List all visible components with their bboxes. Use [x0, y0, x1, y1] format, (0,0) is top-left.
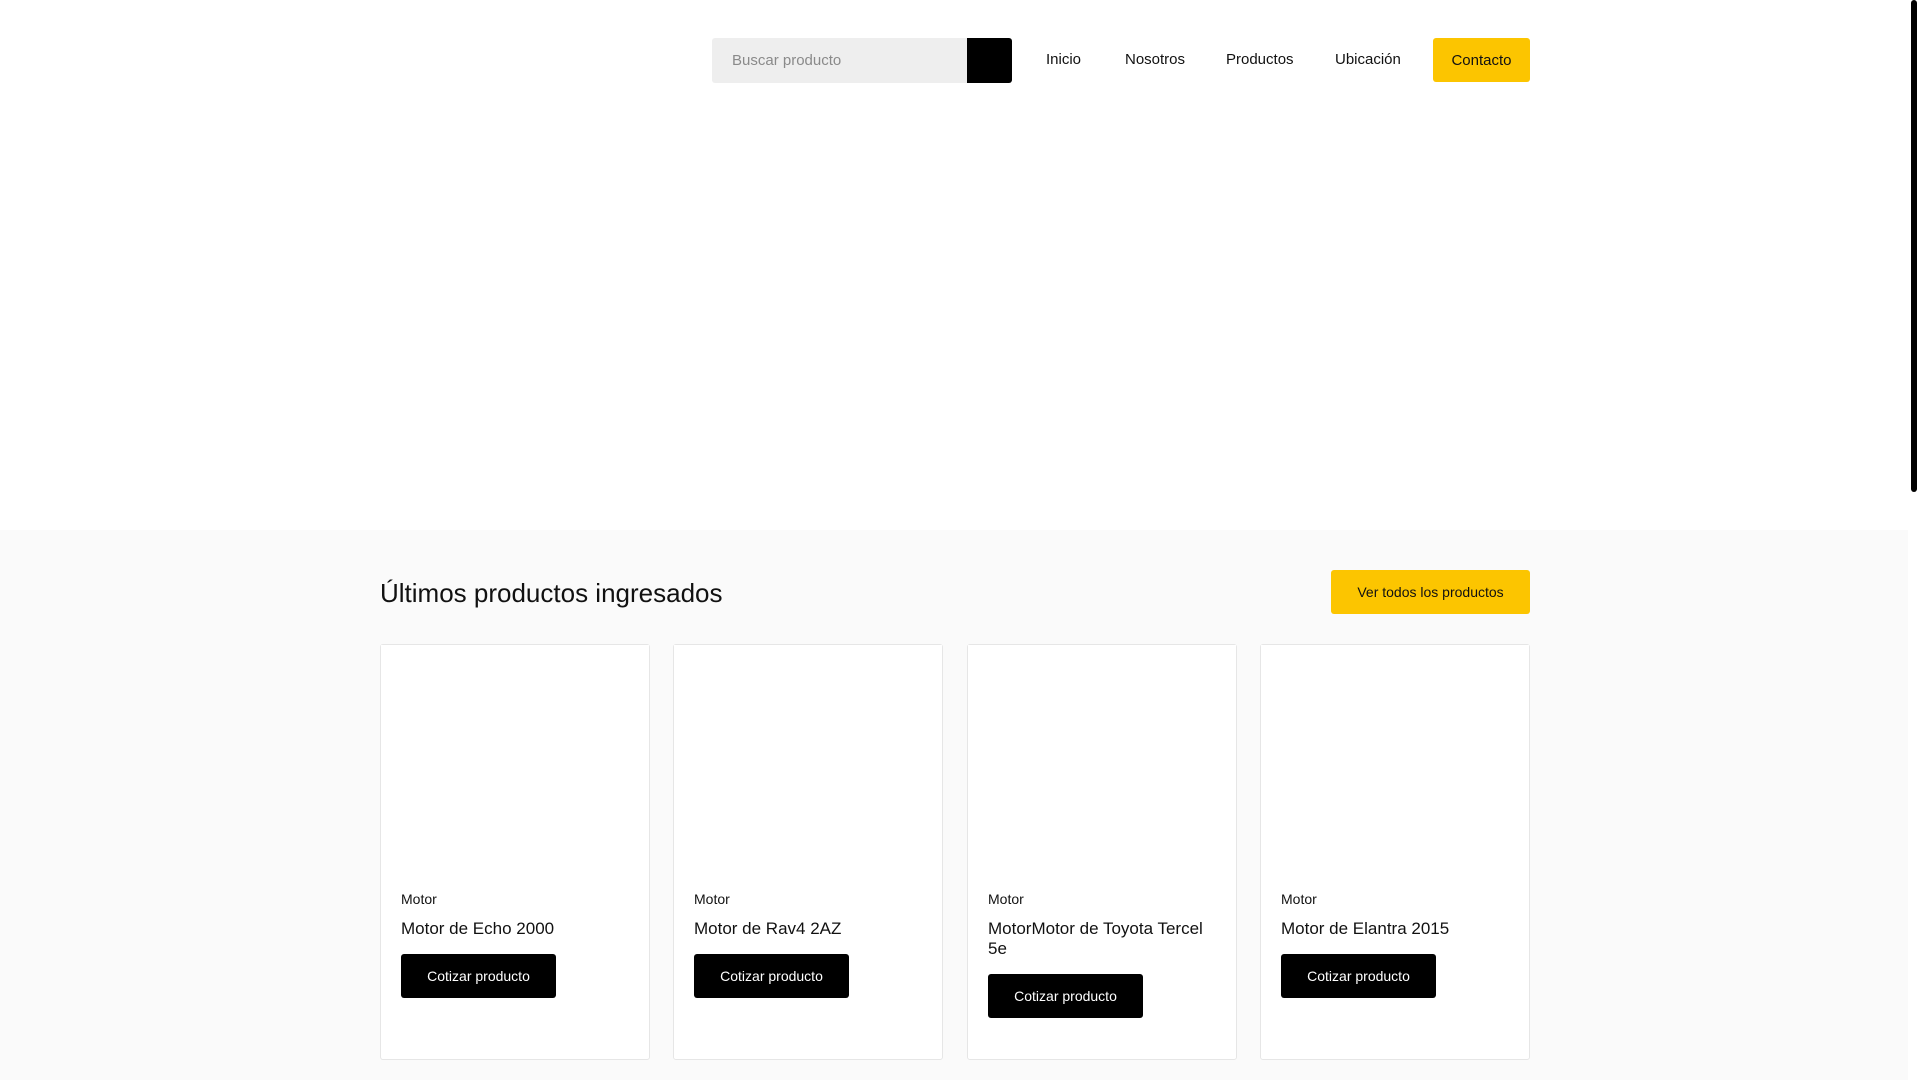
product-category: Motor	[988, 891, 1024, 907]
site-header: Inicio Nosotros Productos Ubicación Cont…	[0, 0, 1908, 120]
nav-item-ubicacion[interactable]: Ubicación	[1335, 51, 1401, 68]
hero-banner	[0, 120, 1908, 530]
scrollbar-thumb[interactable]	[1911, 0, 1917, 492]
view-all-products-button[interactable]: Ver todos los productos	[1331, 570, 1530, 614]
product-card: Motor Motor de Rav4 2AZ Cotizar producto	[673, 644, 943, 1060]
section-title: Últimos productos ingresados	[380, 578, 723, 608]
product-card: Motor MotorMotor de Toyota Tercel 5e Cot…	[967, 644, 1237, 1060]
nav-item-inicio[interactable]: Inicio	[1046, 51, 1081, 68]
product-title: Motor de Rav4 2AZ	[694, 919, 842, 938]
product-image	[968, 645, 1236, 885]
main-nav: Inicio Nosotros Productos Ubicación	[0, 38, 1908, 83]
product-card: Motor Motor de Elantra 2015 Cotizar prod…	[1260, 644, 1530, 1060]
product-image	[1261, 645, 1529, 885]
quote-product-button[interactable]: Cotizar producto	[401, 954, 556, 998]
product-category: Motor	[401, 891, 437, 907]
quote-product-button[interactable]: Cotizar producto	[1281, 954, 1436, 998]
nav-item-productos[interactable]: Productos	[1226, 51, 1294, 68]
nav-item-nosotros[interactable]: Nosotros	[1125, 51, 1185, 68]
page: Inicio Nosotros Productos Ubicación Cont…	[0, 0, 1908, 1080]
product-card: Motor Motor de Echo 2000 Cotizar product…	[380, 644, 650, 1060]
quote-product-button[interactable]: Cotizar producto	[988, 974, 1143, 1018]
product-image	[674, 645, 942, 885]
contact-button[interactable]: Contacto	[1433, 38, 1530, 82]
product-title: Motor de Elantra 2015	[1281, 919, 1450, 938]
product-image	[381, 645, 649, 885]
product-title: Motor de Echo 2000	[401, 919, 555, 938]
quote-product-button[interactable]: Cotizar producto	[694, 954, 849, 998]
product-title: MotorMotor de Toyota Tercel 5e	[988, 919, 1203, 958]
product-category: Motor	[1281, 891, 1317, 907]
page-scrollbar[interactable]	[1908, 0, 1920, 1080]
product-category: Motor	[694, 891, 730, 907]
latest-products-section: Últimos productos ingresados Ver todos l…	[0, 530, 1908, 1080]
product-grid: Motor Motor de Echo 2000 Cotizar product…	[380, 644, 1530, 1064]
